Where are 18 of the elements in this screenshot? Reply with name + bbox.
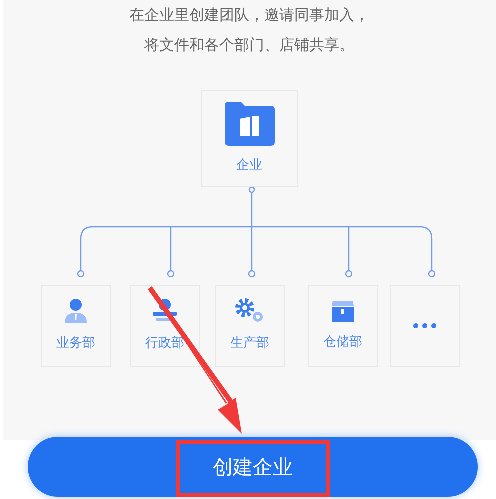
department-card[interactable]: 生产部 (215, 285, 285, 367)
department-card[interactable]: 业务部 (41, 285, 111, 367)
create-company-button[interactable]: 创建企业 (28, 437, 478, 497)
department-label: 生产部 (230, 335, 270, 354)
intro-text: 将文件和各个部门、店铺共享。 (144, 35, 354, 56)
department-label: 行政部 (146, 335, 184, 354)
department-card[interactable]: 行政部 (130, 285, 200, 367)
department-label: 仓储部 (324, 334, 362, 352)
gears-icon (234, 298, 266, 324)
more-icon (413, 323, 437, 329)
person-icon (64, 298, 88, 324)
folder-icon (224, 102, 274, 146)
department-card[interactable] (390, 285, 460, 367)
node-label: 企业 (236, 156, 262, 175)
department-card[interactable]: 仓储部 (308, 285, 378, 367)
department-label: 业务部 (56, 335, 96, 354)
intro-text: 在企业里创建团队，邀请同事加入， (130, 5, 370, 26)
box-icon (331, 299, 355, 324)
